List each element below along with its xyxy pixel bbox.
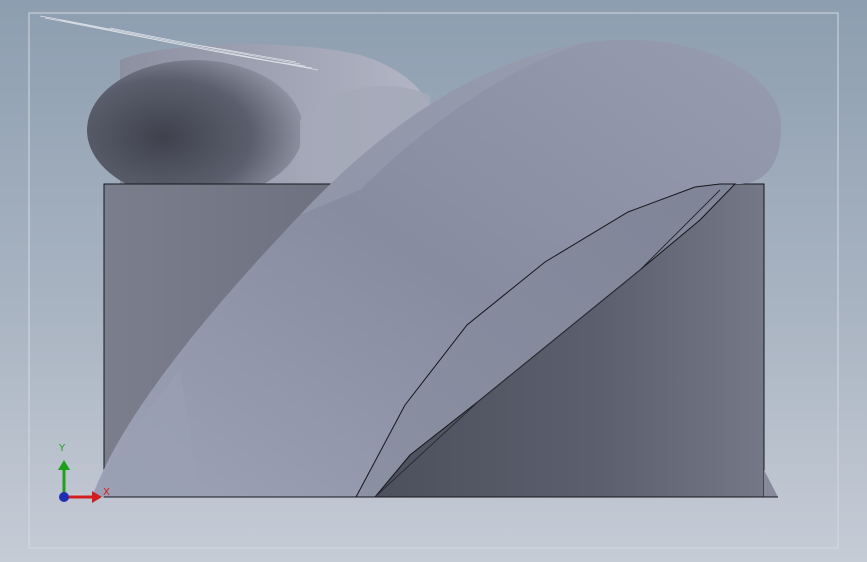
- graphics-viewport[interactable]: Y X: [0, 0, 867, 562]
- x-axis-label: X: [103, 487, 110, 498]
- y-axis-label: Y: [59, 443, 66, 454]
- z-axis-dot: [59, 492, 69, 502]
- model-view[interactable]: [0, 0, 867, 562]
- cylinder-end-face: [87, 60, 303, 200]
